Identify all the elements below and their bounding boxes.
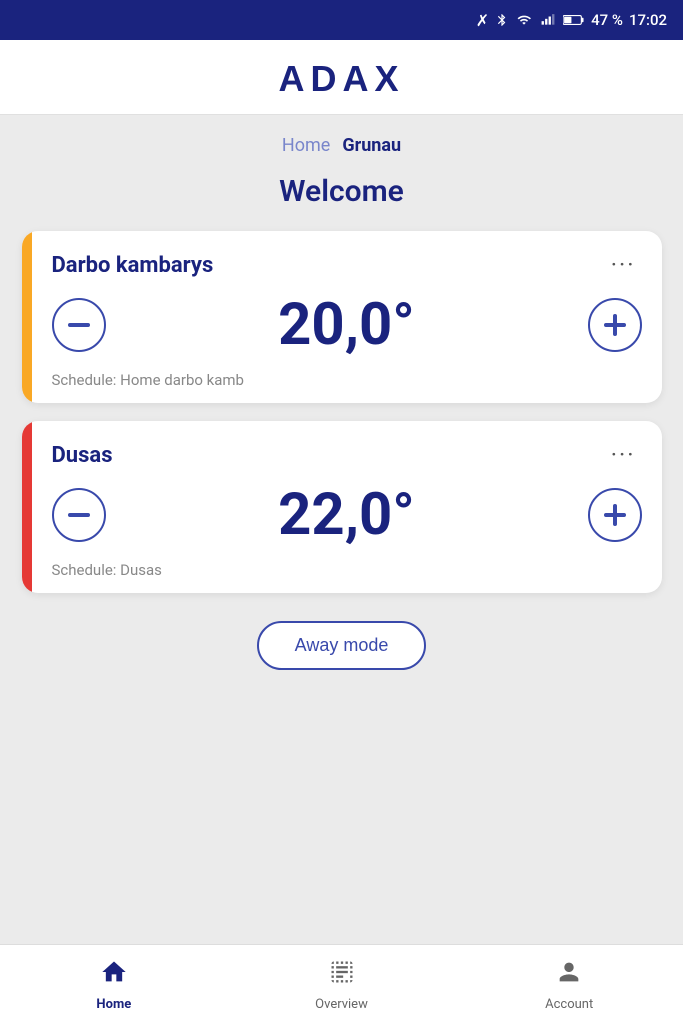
temp-increase-button[interactable] xyxy=(588,298,642,352)
bluetooth-icon: ✗ xyxy=(476,11,489,30)
breadcrumb-home[interactable]: Home xyxy=(282,135,330,156)
nav-label-home: Home xyxy=(96,997,131,1012)
temp-decrease-button[interactable] xyxy=(52,298,106,352)
device-card-header: Darbo kambarys ··· xyxy=(52,249,642,281)
wifi-icon xyxy=(515,13,533,27)
breadcrumb: Home Grunau xyxy=(282,135,401,156)
nav-item-overview[interactable]: Overview xyxy=(228,958,456,1012)
device-menu-button[interactable]: ··· xyxy=(605,249,642,281)
device-schedule-2: Schedule: Dusas xyxy=(52,561,642,579)
device-indicator-red xyxy=(22,421,32,593)
overview-icon xyxy=(328,958,356,993)
device-name-2: Dusas xyxy=(52,443,113,468)
battery-icon xyxy=(563,13,585,27)
temp-decrease-button-2[interactable] xyxy=(52,488,106,542)
welcome-title: Welcome xyxy=(279,174,404,209)
device-card-inner: Darbo kambarys ··· 20,0° Schedule: Home … xyxy=(32,231,662,403)
nav-item-home[interactable]: Home xyxy=(0,958,228,1012)
bluetooth-icon xyxy=(495,11,509,29)
temp-increase-button-2[interactable] xyxy=(588,488,642,542)
device-indicator-yellow xyxy=(22,231,32,403)
nav-label-overview: Overview xyxy=(315,997,368,1012)
temperature-value-2: 22,0° xyxy=(106,481,588,549)
device-menu-button-2[interactable]: ··· xyxy=(605,439,642,471)
battery-percent: 47 % xyxy=(591,11,623,29)
signal-icon xyxy=(539,13,557,27)
status-bar: ✗ 47 % 17:02 xyxy=(0,0,683,40)
device-card-dusas: Dusas ··· 22,0° Schedule: Dusas xyxy=(22,421,662,593)
home-icon xyxy=(100,958,128,993)
clock: 17:02 xyxy=(629,11,667,29)
away-mode-button[interactable]: Away mode xyxy=(257,621,427,670)
nav-label-account: Account xyxy=(545,997,593,1012)
device-temp-row-2: 22,0° xyxy=(52,481,642,549)
status-icons: ✗ 47 % 17:02 xyxy=(476,11,667,30)
device-schedule: Schedule: Home darbo kamb xyxy=(52,371,642,389)
bottom-nav: Home Overview Account xyxy=(0,944,683,1024)
device-card-darbo-kambarys: Darbo kambarys ··· 20,0° Schedule: Home … xyxy=(22,231,662,403)
device-card-inner-2: Dusas ··· 22,0° Schedule: Dusas xyxy=(32,421,662,593)
device-card-header-2: Dusas ··· xyxy=(52,439,642,471)
breadcrumb-current: Grunau xyxy=(342,135,401,156)
app-header: ADAX xyxy=(0,40,683,115)
temperature-value: 20,0° xyxy=(106,291,588,359)
device-name: Darbo kambarys xyxy=(52,253,214,278)
app-logo: ADAX xyxy=(278,58,404,100)
device-temp-row: 20,0° xyxy=(52,291,642,359)
main-content: Home Grunau Welcome Darbo kambarys ··· 2… xyxy=(0,115,683,944)
nav-item-account[interactable]: Account xyxy=(455,958,683,1012)
account-icon xyxy=(555,958,583,993)
